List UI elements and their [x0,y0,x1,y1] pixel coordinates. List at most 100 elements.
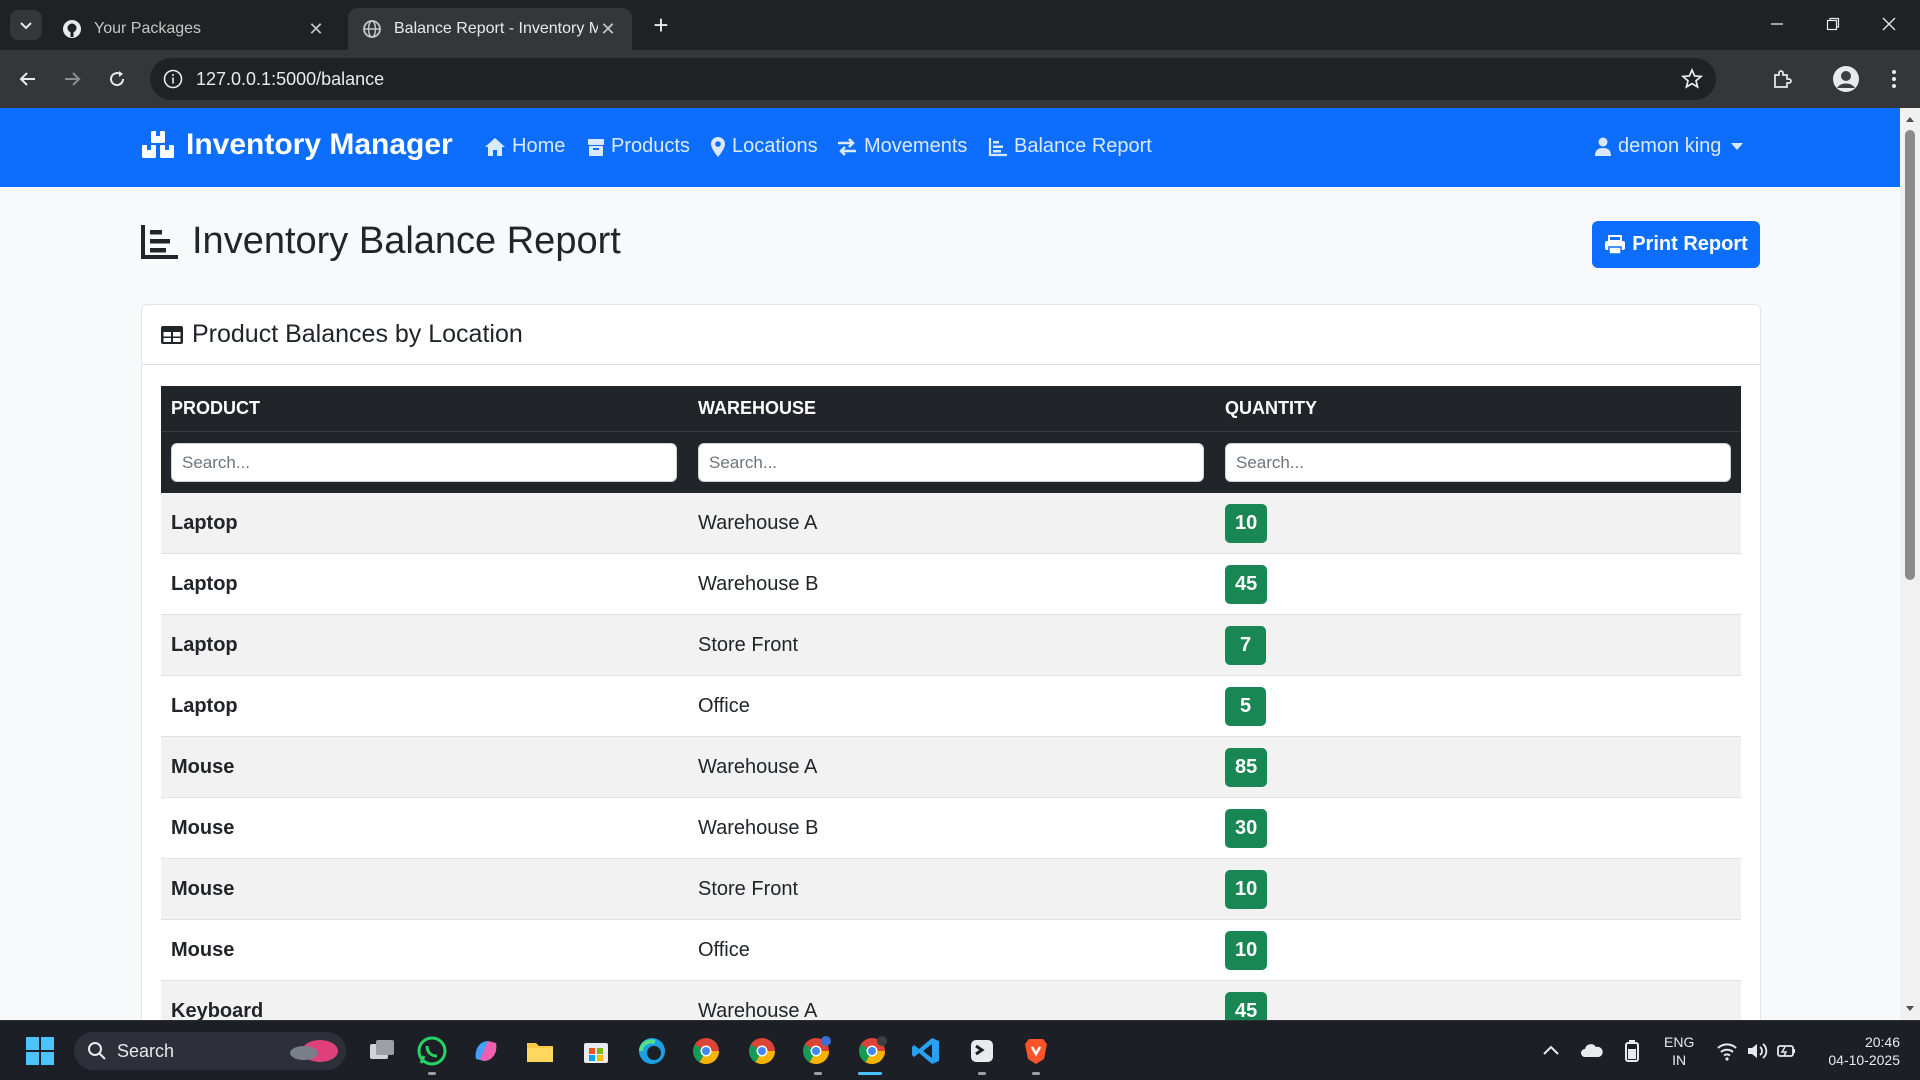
clock-time: 20:46 [1864,1034,1900,1050]
lang-code: ENG [1664,1034,1695,1050]
col-header-warehouse[interactable]: WAREHOUSE [688,398,1215,419]
quantity-badge: 10 [1225,503,1268,543]
windows-start-icon[interactable] [24,1035,56,1067]
search-highlight-icon [290,1040,338,1062]
github-icon [62,19,82,39]
language-indicator[interactable]: ENG IN [1664,1033,1694,1069]
copilot-icon[interactable] [470,1035,502,1067]
page-viewport: Inventory Manager Home Products Location… [0,108,1900,1020]
onedrive-icon[interactable] [1580,1039,1604,1063]
cell-product: Laptop [171,633,238,656]
file-explorer-icon[interactable] [524,1035,556,1067]
scroll-down-icon[interactable] [1905,1004,1915,1014]
quantity-search-input[interactable] [1225,443,1731,482]
system-clock[interactable]: 20:46 04-10-2025 [1810,1033,1900,1069]
new-tab-button[interactable]: + [646,10,676,40]
user-name: demon king [1618,135,1722,157]
page-scrollbar[interactable] [1900,108,1920,1020]
task-view-icon[interactable] [366,1035,398,1067]
brave-icon[interactable] [1020,1035,1052,1067]
tab-search-button[interactable] [10,10,42,40]
chrome-icon[interactable] [856,1035,888,1067]
chart-bar-icon [141,224,178,259]
table-row: Laptop Warehouse B 45 [161,554,1741,615]
browser-toolbar: 127.0.0.1:5000/balance [0,50,1920,108]
chevron-up-icon[interactable] [1540,1040,1562,1062]
browser-tabstrip: Your Packages ✕ Balance Report - Invento… [0,0,1920,50]
app-navbar: Inventory Manager Home Products Location… [0,108,1900,187]
warehouse-search-input[interactable] [698,443,1204,482]
terminal-app-icon[interactable] [966,1035,998,1067]
taskbar-search[interactable]: Search [74,1032,346,1070]
profile-avatar-icon[interactable] [1830,63,1862,95]
close-tab-icon[interactable]: ✕ [306,19,326,39]
table-row: Mouse Warehouse B 30 [161,798,1741,859]
back-icon[interactable] [12,63,44,95]
vscode-icon[interactable] [910,1035,942,1067]
cell-product: Mouse [171,755,235,778]
exchange-icon [838,137,856,156]
cell-product: Keyboard [171,999,264,1021]
chrome-icon[interactable] [800,1035,832,1067]
scroll-up-icon[interactable] [1905,114,1915,124]
cell-warehouse: Warehouse B [698,816,819,839]
boxes-icon [142,131,174,158]
chrome-icon[interactable] [690,1035,722,1067]
nav-locations-label: Locations [732,135,818,157]
microsoft-store-icon[interactable] [580,1035,612,1067]
battery-icon[interactable] [1622,1039,1642,1063]
volume-icon[interactable] [1746,1040,1768,1062]
nav-balance-report[interactable]: Balance Report [988,135,1152,158]
reload-icon[interactable] [101,63,133,95]
brand-link[interactable]: Inventory Manager [140,128,453,162]
address-bar[interactable]: 127.0.0.1:5000/balance [150,58,1716,100]
bookmark-star-icon[interactable] [1680,67,1704,91]
close-tab-icon[interactable]: ✕ [598,19,618,39]
site-info-icon[interactable] [162,68,184,90]
cell-warehouse: Store Front [698,633,799,656]
chart-bar-icon [988,137,1007,156]
minimize-icon[interactable] [1754,8,1800,40]
product-search-input[interactable] [171,443,677,482]
forward-icon[interactable] [56,63,88,95]
nav-locations[interactable]: Locations [710,135,818,158]
col-header-product[interactable]: PRODUCT [161,398,688,419]
edge-icon[interactable] [636,1035,668,1067]
chevron-down-icon [20,22,32,30]
nav-home[interactable]: Home [484,135,565,158]
user-menu-dropdown[interactable]: demon king [1594,135,1744,158]
running-indicator [428,1072,436,1075]
tab-balance-report[interactable]: Balance Report - Inventory Manager ✕ [348,8,632,50]
quantity-badge: 30 [1225,808,1268,848]
print-report-button[interactable]: Print Report [1592,221,1760,268]
quantity-badge: 10 [1225,869,1268,909]
nav-movements-label: Movements [864,135,968,157]
battery-saver-icon[interactable] [1776,1040,1798,1062]
clock-date: 04-10-2025 [1828,1052,1900,1068]
chrome-icon[interactable] [746,1035,778,1067]
tab-title: Balance Report - Inventory Manager [394,20,598,37]
cell-warehouse: Warehouse B [698,572,819,595]
extensions-icon[interactable] [1766,63,1798,95]
nav-movements[interactable]: Movements [836,135,967,158]
table-row: Mouse Office 10 [161,920,1741,981]
wifi-icon[interactable] [1716,1040,1738,1062]
quantity-badge: 10 [1225,930,1268,970]
close-window-icon[interactable] [1866,8,1912,40]
scrollbar-thumb[interactable] [1905,130,1915,580]
nav-products[interactable]: Products [587,135,690,158]
cell-warehouse: Warehouse A [698,511,818,534]
tab-title: Your Packages [94,20,202,37]
cell-warehouse: Office [698,938,750,961]
url-text: 127.0.0.1:5000/balance [196,69,385,89]
col-header-quantity[interactable]: QUANTITY [1215,398,1741,419]
quantity-badge: 7 [1225,625,1266,665]
whatsapp-icon[interactable] [416,1035,448,1067]
cell-product: Laptop [171,694,238,717]
cell-product: Laptop [171,511,238,534]
tab-your-packages[interactable]: Your Packages ✕ [48,8,340,50]
browser-menu-icon[interactable] [1878,63,1910,95]
table-row: Laptop Warehouse A 10 [161,493,1741,554]
restore-icon[interactable] [1810,8,1856,40]
balance-table: PRODUCT WAREHOUSE QUANTITY Laptop Wareho… [161,386,1741,1020]
